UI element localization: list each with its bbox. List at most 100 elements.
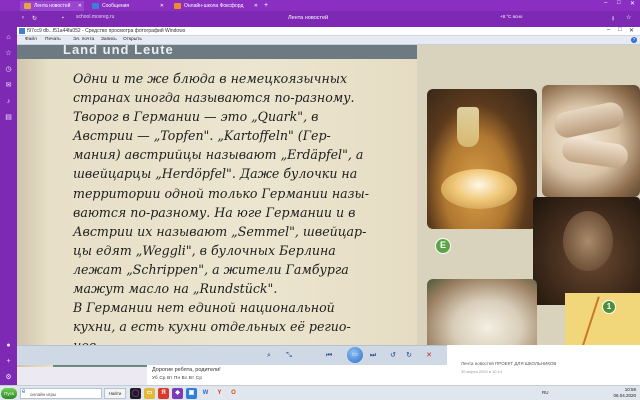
text-line: В Германии нет единой национальной xyxy=(73,300,335,316)
text-line: странах иногда называются по-разному. xyxy=(73,90,355,106)
home-icon[interactable]: ⌂ xyxy=(4,33,13,42)
address-field[interactable]: school.mosreg.ru xyxy=(76,14,114,20)
menu-print[interactable]: Печать xyxy=(45,37,61,42)
edge-icon: e xyxy=(22,389,26,395)
browser-address-bar: ‹ ↻ ▪ school.mosreg.ru Лента новостей +8… xyxy=(0,11,640,27)
find-button[interactable]: Найти xyxy=(104,388,126,399)
menu-email[interactable]: Эл. почта xyxy=(73,37,94,42)
text-line: мажут масло на „Rundstück". xyxy=(73,281,278,297)
rotate-left-icon[interactable]: ↺ xyxy=(387,350,399,361)
displayed-photo: Land und Leute Одни и те же блюда в неме… xyxy=(17,45,640,367)
opera-icon[interactable]: O xyxy=(228,388,239,399)
viewer-toolbar: ⌕ ⤡ ⏮ ▭ ⏭ ↺ ↻ ✕ xyxy=(17,345,447,365)
cheese-fondue-photo xyxy=(427,89,537,229)
word-icon[interactable]: W xyxy=(200,388,211,399)
sausage xyxy=(560,136,630,170)
next-icon[interactable]: ⏭ xyxy=(367,350,379,361)
weather-indicator: +8 °C ясно xyxy=(500,14,523,19)
lock-icon: ▪ xyxy=(62,15,64,21)
text-line: Одни и те же блюда в немецкоязычных xyxy=(73,71,348,86)
textbook-paragraph: Одни и те же блюда в немецкоязычных стра… xyxy=(73,69,415,355)
yandex-browser-icon[interactable]: Y xyxy=(214,388,225,399)
heading-band: Land und Leute xyxy=(17,45,417,59)
alice-taskbar-icon[interactable]: ◯ xyxy=(130,388,141,399)
tab-news-feed[interactable]: Лента новостей ✕ xyxy=(20,1,84,11)
bookmarks-icon[interactable]: ☆ xyxy=(4,49,13,58)
news-icon[interactable]: ▤ xyxy=(4,113,13,122)
menu-file[interactable]: Файл xyxy=(25,37,37,42)
messenger-icon[interactable]: ✉ xyxy=(4,81,13,90)
tab-foxford[interactable]: Онлайн-школа Фоксфорд ✕ xyxy=(170,1,260,11)
post-text-weekdays: Уб Ср Вт Пн Вс Вт Ср xyxy=(152,375,203,380)
tab-label: Онлайн-школа Фоксфорд xyxy=(184,3,244,9)
file-explorer-icon[interactable]: ▭ xyxy=(144,388,155,399)
minimize-window-icon[interactable]: – xyxy=(604,0,607,6)
fit-icon[interactable]: ⤡ xyxy=(283,350,295,361)
text-line: швейцарцы „Herdöpfel". Даже булочки на xyxy=(73,166,358,182)
viewer-menu-bar: Файл Печать Эл. почта Запись Открыть ? xyxy=(17,36,640,45)
section-heading: Land und Leute xyxy=(63,45,174,57)
previous-icon[interactable]: ⏮ xyxy=(323,350,335,361)
close-tab-icon[interactable]: ✕ xyxy=(78,1,82,11)
alice-icon[interactable]: ● xyxy=(4,341,13,350)
new-tab-icon[interactable]: + xyxy=(264,1,268,10)
close-tab-icon[interactable]: ✕ xyxy=(160,1,164,11)
start-button[interactable]: Пуск xyxy=(1,388,17,399)
settings-icon[interactable]: ⚙ xyxy=(4,373,13,382)
viewer-close-icon[interactable]: ✕ xyxy=(629,27,634,34)
vk-favicon-icon xyxy=(92,3,99,9)
zoom-icon[interactable]: ⌕ xyxy=(263,350,275,361)
taskbar-search-box[interactable]: e xyxy=(20,388,102,399)
tab-messages[interactable]: Сообщения ✕ xyxy=(88,1,166,11)
browser-taskbar-icon[interactable]: ◆ xyxy=(172,388,183,399)
text-line: цы едят „Weggli", в булочных Берлина xyxy=(73,242,336,258)
bookmark-icon[interactable]: ☆ xyxy=(626,14,631,21)
bread-photo xyxy=(533,197,640,305)
news-card-title[interactable]: Лента новостей ПРОЕКТ ДЛЯ ШКОЛЬНИКОВ xyxy=(461,361,556,366)
photos-taskbar-icon[interactable]: ▣ xyxy=(186,388,197,399)
close-window-icon[interactable]: ✕ xyxy=(630,0,635,7)
taskbar-search-input[interactable] xyxy=(30,390,100,398)
add-icon[interactable]: + xyxy=(4,357,13,366)
news-card-date: 30 марта 2020 в 10:14 xyxy=(461,369,503,374)
back-icon[interactable]: ‹ xyxy=(22,15,24,21)
bread-slice xyxy=(563,211,613,271)
post-snippet: Дорогие ребята, родители! Уб Ср Вт Пн Вс… xyxy=(147,365,447,385)
post-text: Дорогие ребята, родители! xyxy=(152,367,221,373)
history-icon[interactable]: ◷ xyxy=(4,65,13,74)
rotate-right-icon[interactable]: ↻ xyxy=(403,350,415,361)
download-icon[interactable]: ⭳ xyxy=(612,14,614,24)
viewer-maximize-icon[interactable]: □ xyxy=(618,27,622,33)
news-card-snippet[interactable]: Лента новостей ПРОЕКТ ДЛЯ ШКОЛЬНИКОВ 30 … xyxy=(447,345,640,385)
yandex-icon[interactable]: Я xyxy=(158,388,169,399)
viewer-minimize-icon[interactable]: – xyxy=(607,27,610,33)
delete-icon[interactable]: ✕ xyxy=(423,350,435,361)
photo-label-e: E xyxy=(435,238,451,254)
music-icon[interactable]: ♪ xyxy=(4,97,13,106)
tab-label: Сообщения xyxy=(102,3,130,9)
text-line: Творог в Германии — это „Quark", в xyxy=(73,109,319,125)
browser-tab-bar: Лента новостей ✕ Сообщения ✕ Онлайн-школ… xyxy=(0,0,640,11)
photo-viewer-icon xyxy=(19,28,25,34)
play-slideshow-icon[interactable]: ▭ xyxy=(347,347,363,363)
browser-sidebar: ⌂ ☆ ◷ ✉ ♪ ▤ ● + ⚙ xyxy=(0,27,17,385)
system-clock[interactable]: 10:59 06.04.2020 xyxy=(613,387,636,399)
viewer-title-bar: f97cc9 db...f51a44fa052 - Средство просм… xyxy=(17,27,640,36)
tab-label: Лента новостей xyxy=(34,3,71,9)
viewer-title: f97cc9 db...f51a44fa052 - Средство просм… xyxy=(27,28,186,34)
sausages-photo xyxy=(542,85,640,197)
reload-icon[interactable]: ↻ xyxy=(32,15,37,22)
close-tab-icon[interactable]: ✕ xyxy=(254,1,258,11)
sausage xyxy=(552,100,626,140)
windows-taskbar: Пуск e Найти ◯ ▭ Я ◆ ▣ W Y O RU 10:59 06… xyxy=(0,385,640,400)
language-indicator[interactable]: RU xyxy=(542,390,549,395)
maximize-window-icon[interactable]: □ xyxy=(617,0,621,6)
menu-open[interactable]: Открыть xyxy=(123,37,142,42)
text-line: Австрии их называют „Semmel", швейцар- xyxy=(73,223,367,239)
text-line: лежат „Schrippen", а жители Гамбурга xyxy=(73,261,349,277)
help-icon[interactable]: ? xyxy=(631,37,637,43)
text-line: Австрии — „Topfen". „Kartoffeln" (Гер- xyxy=(73,128,331,144)
diary-favicon-icon xyxy=(24,3,31,9)
text-line: мания) австрийцы называют „Erdäpfel", а xyxy=(73,147,364,163)
menu-burn[interactable]: Запись xyxy=(101,37,117,42)
